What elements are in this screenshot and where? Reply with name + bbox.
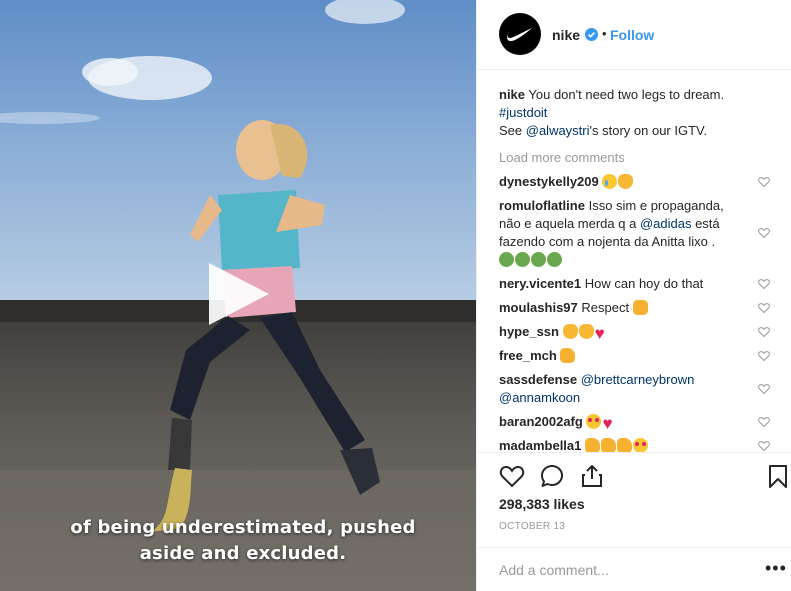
comment-item: moulashis97 Respect [499,299,744,317]
like-comment-heart-icon[interactable] [758,176,770,188]
comment-username[interactable]: madambella1 [499,438,581,452]
post-caption: nike You don't need two legs to dream. #… [499,86,779,140]
post-header: nike • Follow [477,0,791,70]
raised-fist-emoji [632,300,648,315]
nauseated-face-emoji [515,252,530,267]
load-more-comments-button[interactable]: Load more comments [499,149,625,167]
share-icon[interactable] [579,463,605,489]
comment-item: nery.vicente1 How can hoy do that [499,275,744,293]
like-heart-icon[interactable] [499,463,525,489]
like-comment-heart-icon[interactable] [758,383,770,395]
comments-section[interactable]: nike You don't need two legs to dream. #… [499,86,779,452]
like-comment-heart-icon[interactable] [758,227,770,239]
like-comment-heart-icon[interactable] [758,440,770,452]
verified-badge-icon [585,28,598,41]
comment-username[interactable]: free_mch [499,348,557,363]
star-struck-emoji [633,438,648,452]
comment-username[interactable]: hype_ssn [499,324,559,339]
red-heart-emoji [595,326,610,341]
thumbs-up-emoji [601,438,616,452]
video-subtitle-line-2: aside and excluded. [139,543,347,564]
comment-item: dynestykelly209 [499,173,744,191]
caption-see-suffix: 's story on our IGTV. [589,123,708,138]
comment-bubble-icon[interactable] [539,463,565,489]
play-icon[interactable] [203,261,273,327]
video-subtitle-line-1: of being underestimated, pushed [70,517,416,538]
nauseated-face-emoji [499,252,514,267]
post-video[interactable]: of being underestimated, pushed aside an… [0,0,476,591]
post-date[interactable]: OCTOBER 13 [499,521,565,532]
comment-item: baran2002afg [499,413,744,431]
comment-username[interactable]: dynestykelly209 [499,174,599,189]
more-options-icon[interactable]: ••• [765,558,787,579]
clapping-hands-emoji [618,174,634,189]
post-author-username[interactable]: nike [552,27,580,43]
comment-text: Respect [581,300,630,315]
star-struck-emoji [586,414,602,429]
post-panel: nike • Follow nike You don't need two le… [476,0,791,591]
follow-button[interactable]: Follow [610,27,654,43]
separator-dot: • [602,26,607,41]
comment-username[interactable]: sassdefense [499,372,577,387]
like-comment-heart-icon[interactable] [758,326,770,338]
thumbs-up-emoji [585,438,600,452]
comment-item: hype_ssn [499,323,744,341]
add-comment-bar: ••• [477,547,791,591]
nike-swoosh-icon [507,28,532,42]
thumbs-up-emoji [560,348,576,363]
caption-hashtag[interactable]: #justdoit [499,105,547,120]
add-comment-input[interactable] [499,562,739,578]
comment-mention[interactable]: @adidas [640,216,692,231]
comment-item: madambella1 [499,437,744,452]
caption-text: You don't need two legs to dream. [528,87,725,102]
like-comment-heart-icon[interactable] [758,302,770,314]
likes-count[interactable]: 298,383 likes [499,496,585,512]
comment-username[interactable]: romuloflatline [499,198,585,213]
caption-username[interactable]: nike [499,87,525,102]
caption-mention[interactable]: @alwaystri [526,123,590,138]
comment-item: sassdefense @brettcarneybrown @annamkoon [499,371,744,407]
comment-item: free_mch [499,347,744,365]
comment-username[interactable]: nery.vicente1 [499,276,581,291]
clapping-hands-emoji [562,324,578,339]
save-bookmark-icon[interactable] [765,463,791,489]
comment-mention[interactable]: @brettcarneybrown [581,372,695,387]
comment-username[interactable]: baran2002afg [499,414,583,429]
nauseated-face-emoji [531,252,546,267]
comment-item: romuloflatline Isso sim e propaganda, nã… [499,197,744,269]
thumbs-up-emoji [617,438,632,452]
avatar[interactable] [499,13,541,55]
post-actions: 298,383 likes OCTOBER 13 ••• [477,452,791,591]
caption-see-prefix: See [499,123,526,138]
comment-text: How can hoy do that [584,276,704,291]
like-comment-heart-icon[interactable] [758,350,770,362]
like-comment-heart-icon[interactable] [758,278,770,290]
nauseated-face-emoji [547,252,562,267]
red-heart-emoji [602,416,617,431]
crying-face-emoji [602,174,618,189]
clapping-hands-emoji [578,324,594,339]
like-comment-heart-icon[interactable] [758,416,770,428]
comment-username[interactable]: moulashis97 [499,300,578,315]
comment-mention[interactable]: @annamkoon [499,390,580,405]
